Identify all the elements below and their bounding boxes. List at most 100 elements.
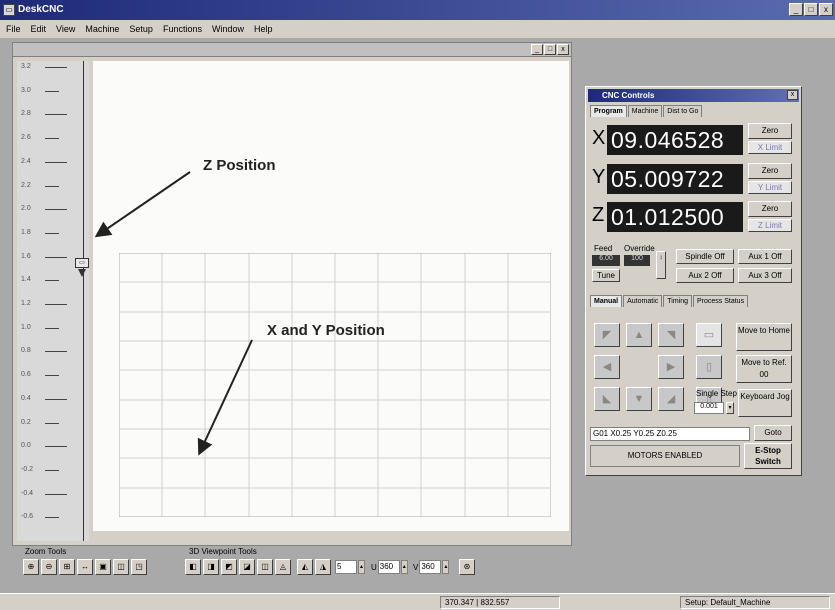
menu-file[interactable]: File <box>6 24 21 34</box>
rotation-step-field[interactable]: 5 <box>335 560 357 574</box>
zero-x-button[interactable]: Zero <box>748 123 792 139</box>
toolpath-view-window: _ □ x 3.2 3.0 2.8 2.6 2.4 2.2 2.0 1.8 1.6 1.4 1.2 1… <box>12 42 572 575</box>
view-front-icon[interactable]: ◨ <box>203 559 219 575</box>
menu-functions[interactable]: Functions <box>163 24 202 34</box>
x-limit-button[interactable]: X Limit <box>748 141 792 154</box>
view-close-button[interactable]: x <box>557 44 569 55</box>
menu-view[interactable]: View <box>56 24 75 34</box>
tab-manual[interactable]: Manual <box>590 295 623 307</box>
jog-up-left-icon[interactable]: ◤ <box>594 323 620 347</box>
mdi-command-input[interactable]: G01 X0.25 Y0.25 Z0.25 <box>590 427 750 441</box>
jog-up-right-icon[interactable]: ◥ <box>658 323 684 347</box>
tab-process-status[interactable]: Process Status <box>693 295 749 307</box>
view-top-icon[interactable]: ◧ <box>185 559 201 575</box>
aux2-button[interactable]: Aux 2 Off <box>676 268 734 283</box>
keyboard-jog-button[interactable]: Keyboard Jog <box>738 389 792 417</box>
tab-timing[interactable]: Timing <box>663 295 692 307</box>
tab-machine[interactable]: Machine <box>627 105 663 117</box>
spindle-button[interactable]: Spindle Off <box>676 249 734 264</box>
override-field[interactable]: 100 <box>624 255 650 266</box>
u-angle-spinner[interactable]: U 360 ▴ <box>371 559 408 575</box>
zero-z-button[interactable]: Zero <box>748 201 792 217</box>
z-ruler-tick-label: 2.8 <box>21 110 31 118</box>
view-rotate-icon[interactable]: ◮ <box>315 559 331 575</box>
z-ruler-tick <box>45 138 59 140</box>
z-ruler-tick-label: 1.2 <box>21 300 31 307</box>
estop-button[interactable]: E-Stop Switch <box>744 443 792 469</box>
z-ruler-tick-label: 0.6 <box>21 371 31 379</box>
view-bottom-icon[interactable]: ◬ <box>275 559 291 575</box>
z-ruler-tick <box>45 375 59 377</box>
view-iso-icon[interactable]: ◭ <box>297 559 313 575</box>
jog-x-plus-icon[interactable]: ▶ <box>658 355 684 379</box>
tab-dist-to-go[interactable]: Dist to Go <box>663 105 703 117</box>
spinner-arrows-icon[interactable]: ▴ <box>358 560 365 574</box>
view-reset-icon[interactable]: ⊛ <box>459 559 475 575</box>
menu-edit[interactable]: Edit <box>31 24 47 34</box>
aux1-button[interactable]: Aux 1 Off <box>738 249 792 264</box>
view-maximize-button[interactable]: □ <box>544 44 556 55</box>
feed-rate-field[interactable]: 6.00 <box>592 255 620 266</box>
move-to-ref-button[interactable]: Move to Ref. 00 <box>736 355 792 383</box>
menu-window[interactable]: Window <box>212 24 244 34</box>
z-axis-line <box>83 61 84 541</box>
jog-z-up-icon[interactable]: ▭ <box>696 323 722 347</box>
zoom-fit-icon[interactable]: ◫ <box>113 559 129 575</box>
view-back-icon[interactable]: ◫ <box>257 559 273 575</box>
tab-automatic[interactable]: Automatic <box>623 295 663 307</box>
zoom-tools-label: Zoom Tools <box>25 547 67 556</box>
tab-program[interactable]: Program <box>590 105 627 117</box>
zoom-extents-icon[interactable]: ▣ <box>95 559 111 575</box>
view-left-icon[interactable]: ◪ <box>239 559 255 575</box>
cursor-coords: 370.347 | 832.557 <box>440 596 560 609</box>
v-angle-spinner[interactable]: V 360 ▴ <box>413 559 450 575</box>
jog-down-left-icon[interactable]: ◣ <box>594 387 620 411</box>
spinner-arrows-icon[interactable]: ▴ <box>442 560 450 574</box>
toolpath-canvas[interactable] <box>93 61 569 531</box>
view-right-icon[interactable]: ◩ <box>221 559 237 575</box>
close-button[interactable]: x <box>819 3 833 16</box>
single-step-field[interactable]: 0.001 <box>694 402 724 414</box>
maximize-button[interactable]: □ <box>804 3 818 16</box>
app-icon[interactable]: ▭ <box>3 4 15 16</box>
zero-y-button[interactable]: Zero <box>748 163 792 179</box>
spinner-arrows-icon[interactable]: ▴ <box>400 560 408 574</box>
aux3-button[interactable]: Aux 3 Off <box>738 268 792 283</box>
goto-button[interactable]: Goto <box>754 425 792 441</box>
v-angle-field[interactable]: 360 <box>419 560 442 574</box>
single-step-dropdown-icon[interactable]: ▾ <box>726 402 734 414</box>
u-angle-label: U <box>371 562 377 572</box>
override-spinner-icon[interactable]: ↕ <box>656 251 666 279</box>
move-to-home-button[interactable]: Move to Home <box>736 323 792 351</box>
menu-help[interactable]: Help <box>254 24 273 34</box>
y-limit-button[interactable]: Y Limit <box>748 181 792 194</box>
view-minimize-button[interactable]: _ <box>531 44 543 55</box>
menu-setup[interactable]: Setup <box>129 24 153 34</box>
z-ruler-tick-label: 1.0 <box>21 323 31 331</box>
cnc-controls-panel: CNC Controls x Program Machine Dist to G… <box>585 86 802 476</box>
zoom-window-icon[interactable]: ⊞ <box>59 559 75 575</box>
minimize-button[interactable]: _ <box>789 3 803 16</box>
pan-icon[interactable]: ↔ <box>77 559 93 575</box>
z-limit-button[interactable]: Z Limit <box>748 219 792 232</box>
x-axis-label: X <box>592 127 606 149</box>
jog-z-neutral-icon[interactable]: ▯ <box>696 355 722 379</box>
jog-y-plus-icon[interactable]: ▲ <box>626 323 652 347</box>
jog-y-minus-icon[interactable]: ▼ <box>626 387 652 411</box>
z-tool-marker-icon[interactable]: ▭ <box>75 258 89 268</box>
tool-tip-icon <box>78 269 86 277</box>
jog-down-right-icon[interactable]: ◢ <box>658 387 684 411</box>
xy-work-grid <box>119 253 551 517</box>
cnc-close-button[interactable]: x <box>787 90 798 100</box>
y-position-readout: 05.009722 <box>607 164 743 194</box>
rotation-step-spinner[interactable]: 5 ▴ <box>335 559 365 575</box>
zoom-in-icon[interactable]: ⊕ <box>23 559 39 575</box>
zoom-tools-group: Zoom Tools ⊕ ⊖ ⊞ ↔ ▣ ◫ ◳ <box>21 547 181 587</box>
u-angle-field[interactable]: 360 <box>377 560 400 574</box>
zoom-previous-icon[interactable]: ◳ <box>131 559 147 575</box>
menu-machine[interactable]: Machine <box>85 24 119 34</box>
zoom-out-icon[interactable]: ⊖ <box>41 559 57 575</box>
jog-x-minus-icon[interactable]: ◀ <box>594 355 620 379</box>
z-ruler-tick <box>45 280 59 282</box>
tune-button[interactable]: Tune <box>592 269 620 282</box>
